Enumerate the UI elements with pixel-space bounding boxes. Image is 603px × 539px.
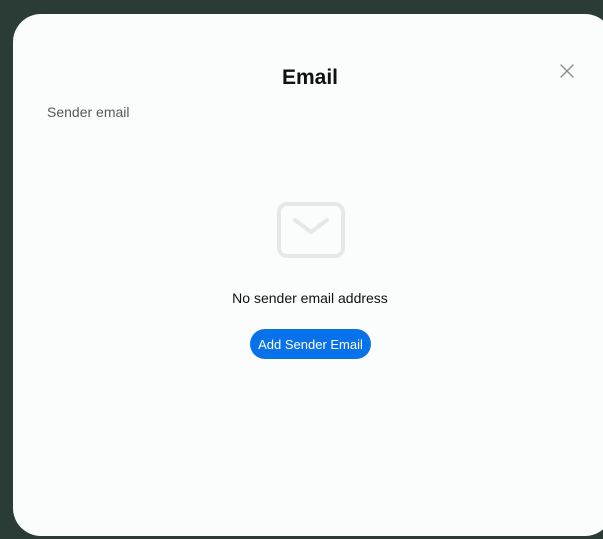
backdrop: Email Sender email No sender email addre… xyxy=(0,0,603,539)
close-button[interactable] xyxy=(553,57,581,85)
dialog-title: Email xyxy=(281,66,339,89)
sender-email-label: Sender email xyxy=(47,104,130,120)
envelope-icon xyxy=(277,202,345,258)
close-icon xyxy=(560,64,574,78)
email-dialog: Email Sender email No sender email addre… xyxy=(13,14,603,536)
add-sender-email-button[interactable]: Add Sender Email xyxy=(250,329,371,359)
empty-state-message: No sender email address xyxy=(232,290,388,306)
